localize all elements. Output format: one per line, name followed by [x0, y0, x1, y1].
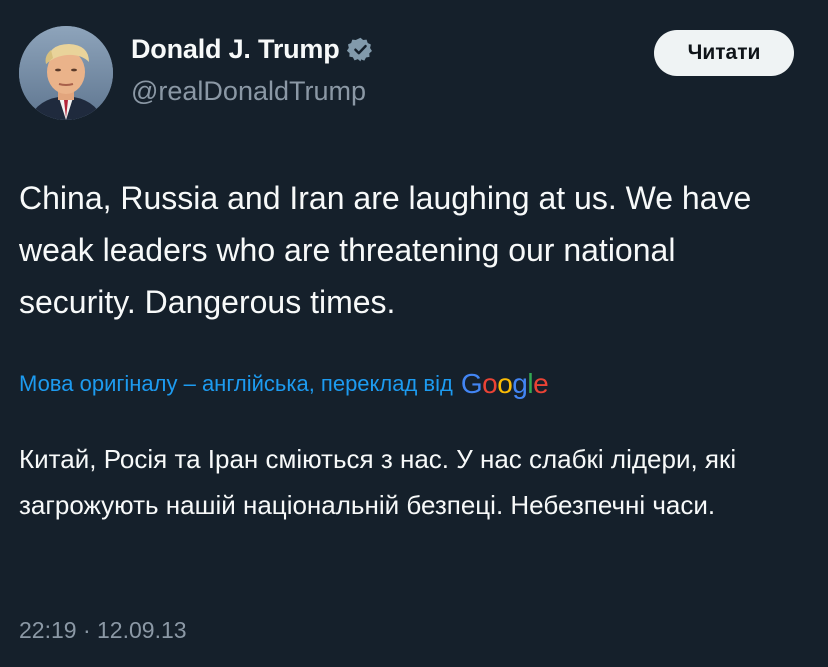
google-logo-letter: G — [460, 368, 483, 399]
timestamp-separator: · — [76, 617, 98, 643]
translation-attribution[interactable]: Мова оригіналу – англійська, переклад ві… — [19, 368, 549, 400]
follow-button[interactable]: Читати — [654, 30, 794, 76]
author-name-row: Donald J. Trump — [131, 34, 374, 65]
timestamp-time: 22:19 — [19, 617, 77, 643]
google-logo-letter: g — [512, 368, 528, 399]
tweet-timestamp[interactable]: 22:19 · 12.09.13 — [19, 617, 187, 644]
google-logo-letter: e — [533, 368, 549, 399]
tweet-text: China, Russia and Iran are laughing at u… — [19, 180, 752, 320]
avatar[interactable] — [19, 26, 113, 120]
timestamp-date: 12.09.13 — [97, 617, 187, 643]
google-logo-letter: o — [482, 368, 498, 399]
translated-text: Китай, Росія та Іран сміються з нас. У н… — [19, 444, 737, 520]
author-display-name[interactable]: Donald J. Trump — [131, 34, 340, 65]
tweet-card: Donald J. Trump @realDonaldTrump Читати … — [0, 0, 828, 667]
verified-badge-icon — [346, 36, 374, 63]
author-handle[interactable]: @realDonaldTrump — [131, 76, 366, 107]
avatar-portrait-icon — [19, 26, 113, 120]
translation-label[interactable]: Мова оригіналу – англійська, переклад ві… — [19, 371, 453, 397]
google-logo-letter: o — [497, 368, 513, 399]
google-logo: Google — [460, 368, 549, 400]
